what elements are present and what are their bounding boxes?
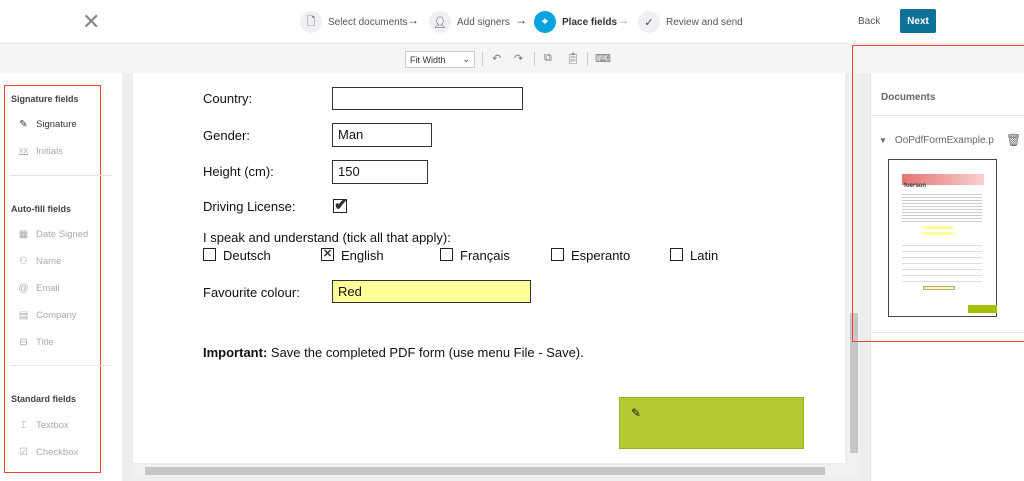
languages-label: I speak and understand (tick all that ap… <box>203 230 451 245</box>
zoom-select[interactable]: Fit Width ⌄ <box>405 51 475 68</box>
gender-label: Gender: <box>203 128 250 143</box>
language-checkbox[interactable] <box>551 248 564 261</box>
item-label: Checkbox <box>36 447 79 458</box>
divider <box>482 52 483 66</box>
zoom-value: Fit Width <box>410 54 446 65</box>
language-label: English <box>341 248 384 263</box>
checkbox-icon: ☑ <box>19 447 28 458</box>
language-label: Esperanto <box>571 248 631 263</box>
language-label: Deutsch <box>223 248 271 263</box>
field-date-signed[interactable]: ▦ Date Signed <box>18 229 89 240</box>
language-checkbox[interactable] <box>203 248 216 261</box>
at-icon: @ <box>18 283 29 294</box>
pen-icon: ✎ <box>631 406 642 420</box>
scroll-thumb[interactable] <box>145 467 825 475</box>
language-checkbox[interactable]: ✕ <box>321 248 334 261</box>
highlight-box <box>4 85 101 473</box>
arrow-icon: → <box>617 13 629 27</box>
step-label: Select documents <box>328 16 408 28</box>
language-checkbox[interactable] <box>440 248 453 261</box>
important-note: Important: Save the completed PDF form (… <box>203 345 584 360</box>
field-signature[interactable]: ✎ Signature <box>18 119 77 130</box>
briefcase-icon: ⊟ <box>19 337 28 348</box>
license-label: Driving License: <box>203 199 296 214</box>
field-initials[interactable]: XX Initials <box>18 146 63 157</box>
item-label: Date Signed <box>36 229 89 240</box>
signature-field[interactable]: ✎ <box>619 397 804 449</box>
important-text: Save the completed PDF form (use menu Fi… <box>267 345 584 360</box>
highlight-box <box>852 45 1024 342</box>
item-label: Signature <box>36 119 77 130</box>
item-label: Name <box>36 256 62 267</box>
section-title: Signature fields <box>11 94 79 104</box>
language-checkbox[interactable] <box>670 248 683 261</box>
license-checkbox[interactable]: ✔ <box>333 196 348 213</box>
language-label: Français <box>460 248 510 263</box>
document-icon: 🗋 <box>300 11 322 33</box>
building-icon: ▤ <box>18 310 29 321</box>
arrow-icon: → <box>407 13 419 27</box>
step-label: Add signers <box>457 16 510 28</box>
check-circle-icon: ✓ <box>638 11 660 33</box>
gender-input[interactable]: Man <box>332 123 432 147</box>
field-textbox[interactable]: ⌶ Textbox <box>18 420 69 431</box>
step-review-send[interactable]: ✓ Review and send <box>638 10 743 34</box>
country-label: Country: <box>203 91 253 106</box>
field-checkbox[interactable]: ☑ Checkbox <box>18 447 78 458</box>
person-icon: ⚇ <box>19 256 28 267</box>
colour-label: Favourite colour: <box>203 285 300 300</box>
document-page: Country: Gender: Man Height (cm): 150 Dr… <box>133 73 845 463</box>
horizontal-scrollbar[interactable] <box>133 465 860 477</box>
important-bold: Important: <box>203 345 268 360</box>
item-label: Textbox <box>36 420 69 431</box>
field-email[interactable]: @ Email <box>18 283 60 294</box>
back-button[interactable]: Back <box>850 12 888 31</box>
height-label: Height (cm): <box>203 164 274 179</box>
divider <box>587 52 588 66</box>
language-label: Latin <box>690 248 719 263</box>
step-label: Place fields <box>562 16 618 28</box>
colour-input[interactable]: Red <box>332 280 531 303</box>
step-label: Review and send <box>666 16 743 28</box>
pen-icon: ✎ <box>19 119 28 130</box>
calendar-icon: ▦ <box>18 229 29 240</box>
item-label: Title <box>36 337 54 348</box>
item-label: Company <box>36 310 77 321</box>
redo-icon[interactable]: ↷ <box>514 52 523 65</box>
item-label: Initials <box>36 146 63 157</box>
copy-icon[interactable]: ⧉ <box>544 52 552 65</box>
field-name[interactable]: ⚇ Name <box>18 256 61 267</box>
divider <box>10 175 112 176</box>
step-add-signers[interactable]: 👤︎ Add signers <box>429 10 510 34</box>
person-icon: 👤︎ <box>429 11 451 33</box>
item-label: Email <box>36 283 60 294</box>
section-title: Auto-fill fields <box>11 204 71 214</box>
divider <box>10 365 112 366</box>
keyboard-icon[interactable]: ⌨ <box>595 52 611 65</box>
section-title: Standard fields <box>11 394 77 404</box>
place-fields-icon: ⌖ <box>534 11 556 33</box>
divider <box>534 52 535 66</box>
header: ✕ 🗋 Select documents → 👤︎ Add signers → ⌖ P… <box>0 0 1024 44</box>
undo-icon[interactable]: ↶ <box>492 52 501 65</box>
field-title[interactable]: ⊟ Title <box>18 337 54 348</box>
next-button[interactable]: Next <box>900 9 936 33</box>
step-place-fields[interactable]: ⌖ Place fields <box>534 10 617 34</box>
initials-icon: XX <box>18 148 29 155</box>
paste-icon[interactable]: 📋︎ <box>566 52 580 65</box>
close-icon[interactable]: ✕ <box>82 9 100 35</box>
country-input[interactable] <box>332 87 523 110</box>
height-input[interactable]: 150 <box>332 160 428 184</box>
textbox-icon: ⌶ <box>20 420 27 431</box>
arrow-icon: → <box>515 13 527 27</box>
field-company[interactable]: ▤ Company <box>18 310 77 321</box>
chevron-down-icon: ⌄ <box>462 54 470 64</box>
step-select-documents[interactable]: 🗋 Select documents <box>300 10 408 34</box>
